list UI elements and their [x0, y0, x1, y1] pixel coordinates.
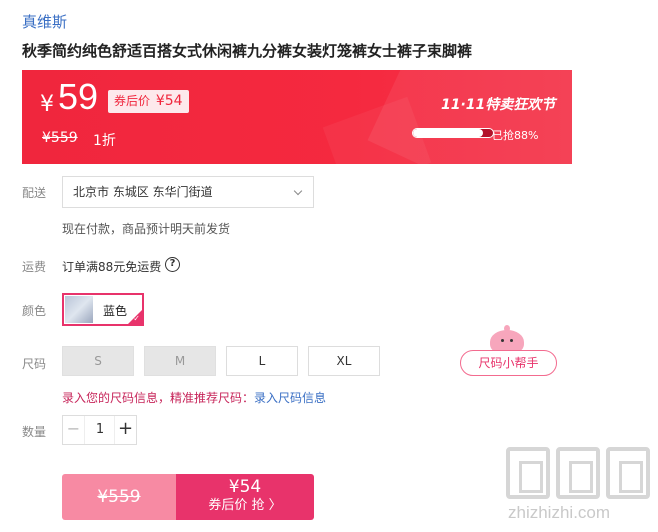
size-option-s[interactable]: S	[62, 346, 134, 376]
color-thumbnail	[65, 296, 93, 323]
help-icon[interactable]: ?	[165, 257, 180, 272]
quantity-stepper: − 1 +	[62, 415, 137, 445]
size-option-m[interactable]: M	[144, 346, 216, 376]
size-option-l[interactable]: L	[226, 346, 298, 376]
color-option-label: 蓝色	[103, 304, 128, 318]
sold-progress-bar	[412, 128, 494, 138]
buy-action-label: 券后价 抢 〉	[208, 498, 282, 513]
buy-coupon-price: ¥54	[228, 477, 262, 497]
original-price: ¥559	[42, 130, 78, 146]
size-label: 尺码	[22, 357, 47, 371]
quantity-plus-button[interactable]: +	[114, 416, 136, 444]
sold-progress-fill	[413, 129, 484, 137]
watermark-text: zhizhizhi.com	[508, 503, 611, 522]
quantity-input[interactable]: 1	[85, 416, 115, 444]
product-title: 秋季简约纯色舒适百搭女式休闲裤九分裤女装灯笼裤女士裤子束脚裤	[22, 42, 473, 60]
currency-symbol: ¥	[40, 92, 54, 117]
coupon-label: 券后价	[114, 94, 151, 108]
mascot-tuft	[504, 325, 510, 332]
size-info-link[interactable]: 录入尺码信息	[254, 391, 326, 405]
watermark-glyph	[556, 447, 600, 499]
chevron-down-icon	[293, 186, 303, 196]
size-helper-button[interactable]: 尺码小帮手	[460, 350, 557, 376]
size-tip: 录入您的尺码信息，精准推荐尺码：录入尺码信息	[62, 389, 326, 406]
coupon-price-tag: 券后价 ¥54	[108, 90, 189, 113]
buy-coupon-button[interactable]: ¥54 券后价 抢 〉	[176, 474, 314, 520]
quantity-minus-button[interactable]: −	[63, 416, 85, 444]
size-tip-text: 录入您的尺码信息，精准推荐尺码：	[62, 391, 255, 405]
festival-title: 11·11特卖狂欢节	[441, 97, 556, 113]
shipping-location: 北京市 东城区 东华门街道	[73, 185, 213, 199]
watermark-logo	[506, 447, 652, 501]
discount-text: 1折	[93, 133, 116, 149]
color-label: 颜色	[22, 304, 47, 318]
watermark-glyph	[506, 447, 550, 499]
price-banner: ¥ 59 券后价 ¥54 ¥559 1折 11·11特卖狂欢节 已抢88%	[22, 70, 572, 164]
size-option-xl[interactable]: XL	[308, 346, 380, 376]
mascot-eye	[510, 339, 513, 342]
check-icon: ✓	[133, 314, 140, 323]
current-price: 59	[58, 76, 99, 117]
sold-progress-text: 已抢88%	[492, 129, 539, 142]
freight-label: 运费	[22, 260, 47, 274]
shipping-label: 配送	[22, 186, 47, 200]
brand-link[interactable]: 真维斯	[22, 11, 67, 32]
shipping-note: 现在付款，商品预计明天前发货	[62, 222, 231, 236]
freight-text: 订单满88元免运费	[62, 260, 162, 274]
mascot-eye	[501, 339, 504, 342]
color-option-blue[interactable]: 蓝色 ✓	[62, 293, 144, 326]
shipping-location-select[interactable]: 北京市 东城区 东华门街道	[62, 176, 314, 208]
watermark-glyph	[606, 447, 650, 499]
coupon-price: ¥54	[155, 93, 183, 109]
buy-original-price[interactable]: ¥559	[62, 474, 176, 520]
quantity-label: 数量	[22, 425, 47, 439]
